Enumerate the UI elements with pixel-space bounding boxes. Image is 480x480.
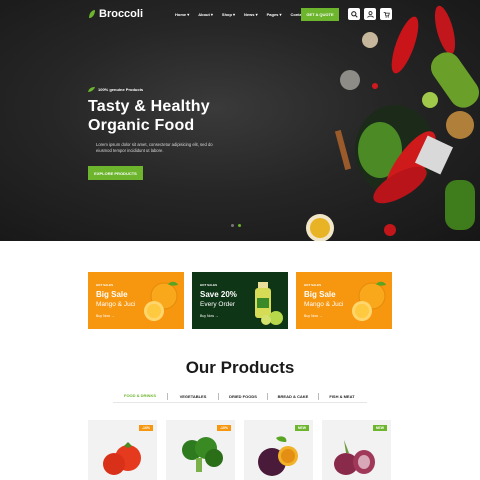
explore-products-button[interactable]: EXPLORE PRODUCTS [88, 166, 143, 180]
product-tabs: FOOD & DRINKS VEGETABLES DRIED FOODS BRE… [113, 389, 367, 403]
product-card[interactable]: NEW [322, 420, 391, 480]
nav-item-news[interactable]: News ▾ [244, 12, 258, 17]
banner-title: Big Sale [304, 290, 336, 299]
new-badge: NEW [294, 425, 309, 431]
tab-bread-cake[interactable]: BREAD & CAKE [268, 390, 318, 403]
buy-now-link[interactable]: Buy Now → [304, 314, 322, 318]
hero-title-line1: Tasty & Healthy [88, 98, 210, 115]
banner-title: Big Sale [96, 290, 128, 299]
orange-fruit-image [144, 281, 178, 321]
nav-item-about[interactable]: About ▾ [198, 12, 213, 17]
discount-badge: -10% [138, 425, 153, 431]
hero-tagline: 100% genuine Products [88, 87, 143, 92]
banner-tag: HOT SALES [200, 283, 218, 287]
hero-title-line2: Organic Food [88, 117, 195, 134]
slider-dot[interactable] [231, 224, 234, 227]
juice-bottle-image [255, 282, 283, 325]
tab-dried-foods[interactable]: DRIED FOODS [219, 390, 267, 403]
hero-section: Broccoli Home ▾ About ▾ Shop ▾ News ▾ Pa… [0, 0, 480, 241]
banner-subtitle: Every Order [200, 301, 236, 308]
hero-tagline-text: 100% genuine Products [98, 87, 144, 92]
banner-subtitle: Mango & Juci [96, 301, 136, 308]
logo-text: Broccoli [99, 8, 144, 20]
nav-item-shop[interactable]: Shop ▾ [222, 12, 235, 17]
tab-fish-meat[interactable]: FISH & MEAT [319, 390, 365, 403]
promo-banner-mango[interactable]: HOT SALES Big Sale Mango & Juci Buy Now … [88, 272, 184, 329]
tabs-underline [113, 402, 367, 403]
buy-now-link[interactable]: Buy Now → [200, 314, 218, 318]
promo-banner-mango-2[interactable]: HOT SALES Big Sale Mango & Juci Buy Now … [296, 272, 392, 329]
hero-title: Tasty & Healthy Organic Food [88, 97, 210, 135]
orange-fruit-image [352, 281, 386, 321]
hero-description: Lorem ipsum dolor sit amet, consectetur … [96, 142, 213, 153]
banner-subtitle: Mango & Juci [304, 301, 344, 308]
nav-item-pages[interactable]: Pages ▾ [267, 12, 282, 17]
nav-item-home[interactable]: Home ▾ [175, 12, 189, 17]
main-nav: Home ▾ About ▾ Shop ▾ News ▾ Pages ▾ Con… [175, 12, 314, 17]
product-card[interactable]: NEW [244, 420, 313, 480]
leaf-logo-icon [89, 10, 95, 18]
discount-badge: -10% [216, 425, 231, 431]
banner-tag: HOT SALES [304, 283, 322, 287]
leaf-icon [88, 87, 95, 92]
slider-dot-active[interactable] [238, 224, 241, 227]
tab-food-drinks[interactable]: FOOD & DRINKS [113, 389, 167, 403]
cart-icon[interactable]: 0 [380, 7, 393, 20]
banner-tag: HOT SALES [96, 283, 114, 287]
search-icon[interactable] [348, 8, 360, 20]
product-card[interactable]: -10% [166, 420, 235, 480]
get-a-quote-button[interactable]: GET A QUOTE [301, 8, 339, 21]
banner-title: Save 20% [200, 290, 237, 299]
products-section-title: Our Products [185, 358, 295, 377]
promo-banner-save[interactable]: HOT SALES Save 20% Every Order Buy Now → [192, 272, 288, 329]
tab-vegetables[interactable]: VEGETABLES [168, 390, 218, 403]
product-card[interactable]: -10% [88, 420, 157, 480]
logo[interactable]: Broccoli [88, 8, 143, 20]
user-icon[interactable] [364, 8, 376, 20]
vegetables-image [306, 5, 479, 241]
buy-now-link[interactable]: Buy Now → [96, 314, 114, 318]
new-badge: NEW [372, 425, 387, 431]
slider-dots [231, 224, 241, 227]
cart-count: 0 [391, 7, 393, 11]
